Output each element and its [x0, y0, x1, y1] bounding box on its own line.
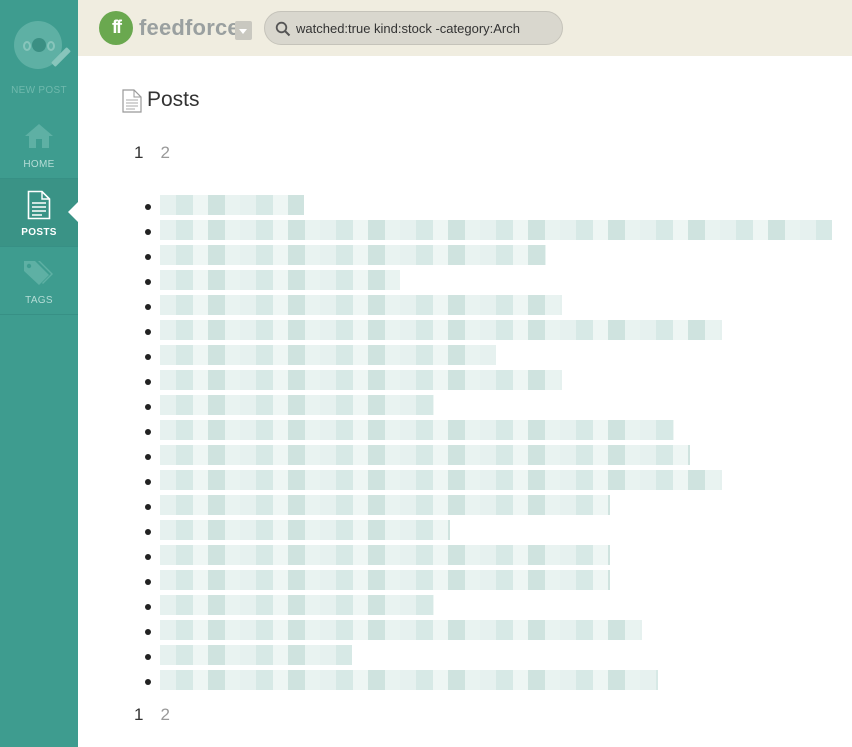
brand-name[interactable]: feedforce [139, 15, 240, 41]
post-title-redacted[interactable] [160, 220, 832, 240]
page-link-1[interactable]: 1 [134, 705, 143, 725]
post-title-redacted[interactable] [160, 570, 610, 590]
post-title-redacted[interactable] [160, 395, 434, 415]
page-link-1[interactable]: 1 [134, 143, 143, 163]
tags-icon [24, 261, 53, 285]
header-bar: ff feedforce [78, 0, 852, 56]
post-title-redacted[interactable] [160, 345, 496, 365]
post-title-redacted[interactable] [160, 645, 352, 665]
post-title-redacted[interactable] [160, 270, 400, 290]
sidebar-item-label: TAGS [25, 295, 53, 306]
post-title-redacted[interactable] [160, 420, 674, 440]
sidebar: NEW POST HOME POSTS TAGS [0, 0, 78, 747]
search-icon [275, 21, 291, 37]
post-title-redacted[interactable] [160, 245, 546, 265]
chevron-down-icon[interactable] [235, 21, 252, 40]
logo[interactable]: ff [99, 11, 133, 45]
sidebar-item-label: POSTS [21, 227, 57, 238]
active-nav-indicator [68, 202, 78, 222]
post-title-redacted[interactable] [160, 370, 562, 390]
page-title: Posts [147, 88, 200, 111]
post-title-redacted[interactable] [160, 595, 434, 615]
search-box [264, 11, 563, 45]
pagination-top: 12 [134, 143, 187, 163]
post-title-redacted[interactable] [160, 620, 642, 640]
post-title-redacted[interactable] [160, 495, 610, 515]
pagination-bottom: 12 [134, 705, 187, 725]
post-title-redacted[interactable] [160, 445, 690, 465]
post-title-redacted[interactable] [160, 670, 658, 690]
sidebar-item-tags[interactable]: TAGS [0, 247, 78, 315]
post-title-redacted[interactable] [160, 520, 450, 540]
document-icon [122, 89, 142, 113]
post-title-redacted[interactable] [160, 545, 610, 565]
post-title-redacted[interactable] [160, 320, 722, 340]
post-title-redacted[interactable] [160, 470, 722, 490]
post-title-redacted[interactable] [160, 195, 304, 215]
sidebar-item-posts[interactable]: POSTS [0, 179, 78, 247]
search-input[interactable] [296, 12, 532, 44]
page-link-2[interactable]: 2 [160, 143, 169, 163]
document-icon [27, 190, 51, 220]
sidebar-item-home[interactable]: HOME [0, 111, 78, 179]
sidebar-item-label: HOME [23, 159, 55, 170]
home-icon [25, 124, 53, 148]
post-title-redacted[interactable] [160, 295, 562, 315]
new-post-button[interactable]: NEW POST [0, 0, 78, 108]
page-link-2[interactable]: 2 [160, 705, 169, 725]
new-post-label: NEW POST [11, 85, 67, 96]
